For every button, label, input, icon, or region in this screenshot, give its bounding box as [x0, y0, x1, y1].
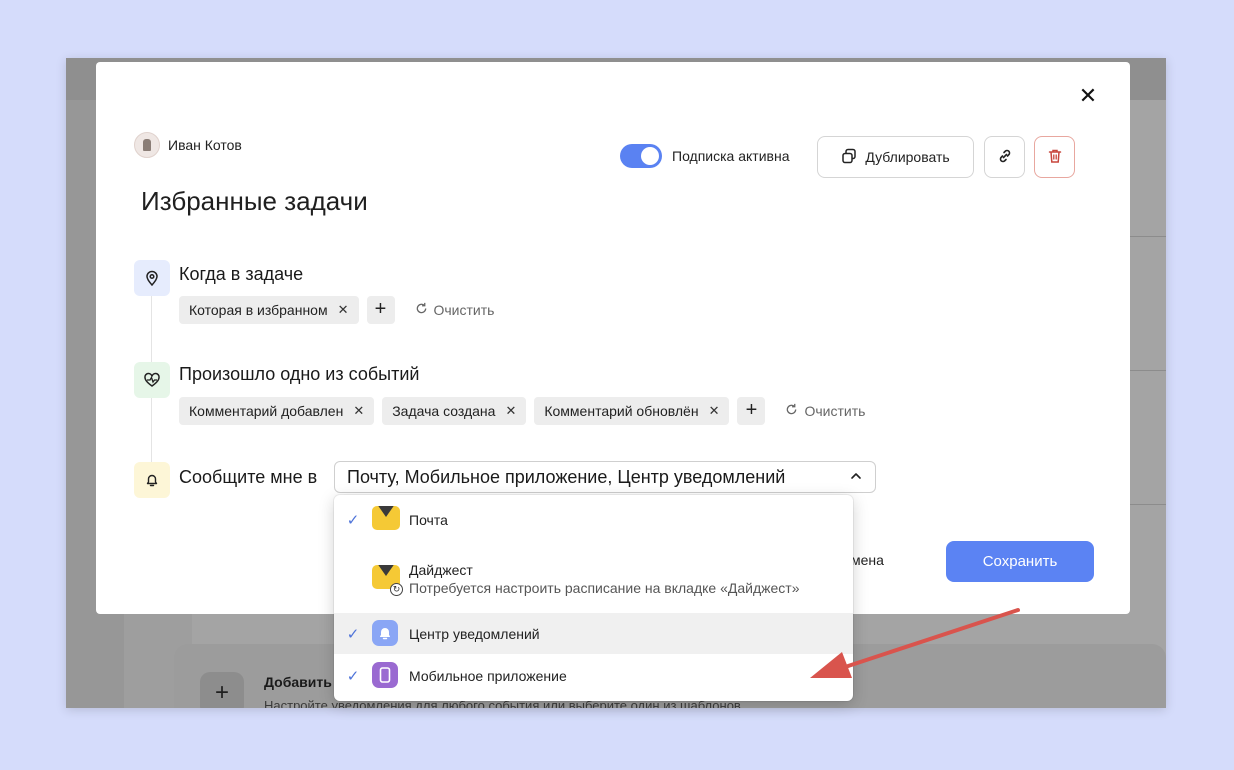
dropdown-option-mail[interactable]: ✓ Почта — [334, 495, 853, 545]
subscription-toggle-label: Подписка активна — [672, 148, 790, 164]
option-sublabel: Потребуется настроить расписание на вкла… — [409, 580, 800, 596]
background-card-title: Добавить — [264, 674, 332, 690]
clear-button[interactable]: Очистить — [785, 403, 865, 419]
step-title: Сообщите мне в — [179, 467, 318, 487]
chip-label: Которая в избранном — [189, 302, 328, 318]
dropdown-option-digest[interactable]: ↻ Дайджест Потребуется настроить расписа… — [334, 545, 853, 613]
subscription-toggle-group: Подписка активна — [620, 144, 789, 168]
author: Иван Котов — [134, 132, 242, 158]
close-button[interactable]: ✕ — [1074, 82, 1102, 110]
notification-channel-select[interactable]: Почту, Мобильное приложение, Центр уведо… — [334, 461, 876, 493]
dropdown-option-mobile-app[interactable]: ✓ Мобильное приложение — [334, 655, 853, 696]
author-name: Иван Котов — [168, 137, 242, 153]
step-title: Произошло одно из событий — [179, 364, 420, 384]
cancel-button[interactable]: мена — [851, 552, 884, 568]
chip-remove-icon[interactable]: ✕ — [353, 403, 364, 419]
background-divider — [1130, 236, 1166, 237]
filter-chip: Которая в избранном ✕ — [179, 296, 359, 324]
filter-chip: Комментарий добавлен ✕ — [179, 397, 375, 425]
copy-link-button[interactable] — [984, 136, 1025, 178]
check-icon: ✓ — [346, 512, 360, 529]
chip-label: Комментарий обновлён — [544, 403, 699, 419]
heart-pulse-icon — [134, 362, 170, 398]
avatar — [134, 132, 160, 158]
save-button[interactable]: Сохранить — [946, 541, 1094, 582]
refresh-icon — [785, 403, 798, 419]
option-label: Мобильное приложение — [409, 667, 567, 684]
channel-dropdown: ✓ Почта ↻ Дайджест Потребуется настроить… — [334, 495, 853, 701]
refresh-icon — [415, 302, 428, 318]
option-label: Центр уведомлений — [409, 625, 540, 642]
delete-button[interactable] — [1034, 136, 1075, 178]
filter-chip: Задача создана ✕ — [382, 397, 527, 425]
digest-mail-icon: ↻ — [372, 565, 403, 596]
select-value: Почту, Мобильное приложение, Центр уведо… — [347, 466, 786, 487]
duplicate-label: Дублировать — [865, 149, 950, 165]
clear-label: Очистить — [433, 302, 495, 318]
background-divider — [1130, 504, 1166, 505]
clear-label: Очистить — [804, 403, 866, 419]
step-title: Когда в задаче — [179, 264, 304, 284]
chip-label: Комментарий добавлен — [189, 403, 344, 419]
option-label: Дайджест — [409, 562, 473, 578]
event-chips: Комментарий добавлен ✕ Задача создана ✕ … — [179, 397, 865, 425]
chip-remove-icon[interactable]: ✕ — [709, 403, 720, 419]
filter-chip: Комментарий обновлён ✕ — [534, 397, 730, 425]
link-icon — [997, 148, 1013, 167]
check-icon: ✓ — [346, 625, 360, 643]
mail-icon — [372, 506, 400, 534]
location-pin-icon — [134, 260, 170, 296]
copy-icon — [841, 148, 857, 167]
option-label: Почта — [409, 512, 448, 528]
background-add-icon: + — [200, 672, 244, 708]
duplicate-button[interactable]: Дублировать — [817, 136, 974, 178]
add-condition-button[interactable]: + — [366, 296, 395, 324]
chip-remove-icon[interactable]: ✕ — [338, 302, 349, 318]
chevron-up-icon — [849, 467, 863, 488]
dropdown-option-notification-center[interactable]: ✓ Центр уведомлений — [334, 613, 853, 654]
chip-label: Задача создана — [392, 403, 496, 419]
subscription-toggle[interactable] — [620, 144, 662, 168]
mobile-app-icon — [372, 661, 400, 690]
background-divider — [1130, 370, 1166, 371]
bell-icon — [134, 462, 170, 498]
chip-remove-icon[interactable]: ✕ — [505, 403, 516, 419]
condition-chips: Которая в избранном ✕ + Очистить — [179, 296, 494, 324]
clear-button[interactable]: Очистить — [415, 302, 495, 318]
trash-icon — [1047, 148, 1063, 167]
check-icon: ✓ — [346, 667, 360, 685]
add-event-button[interactable]: + — [737, 397, 766, 425]
notification-bell-icon — [372, 619, 400, 648]
page-title: Избранные задачи — [141, 186, 368, 216]
